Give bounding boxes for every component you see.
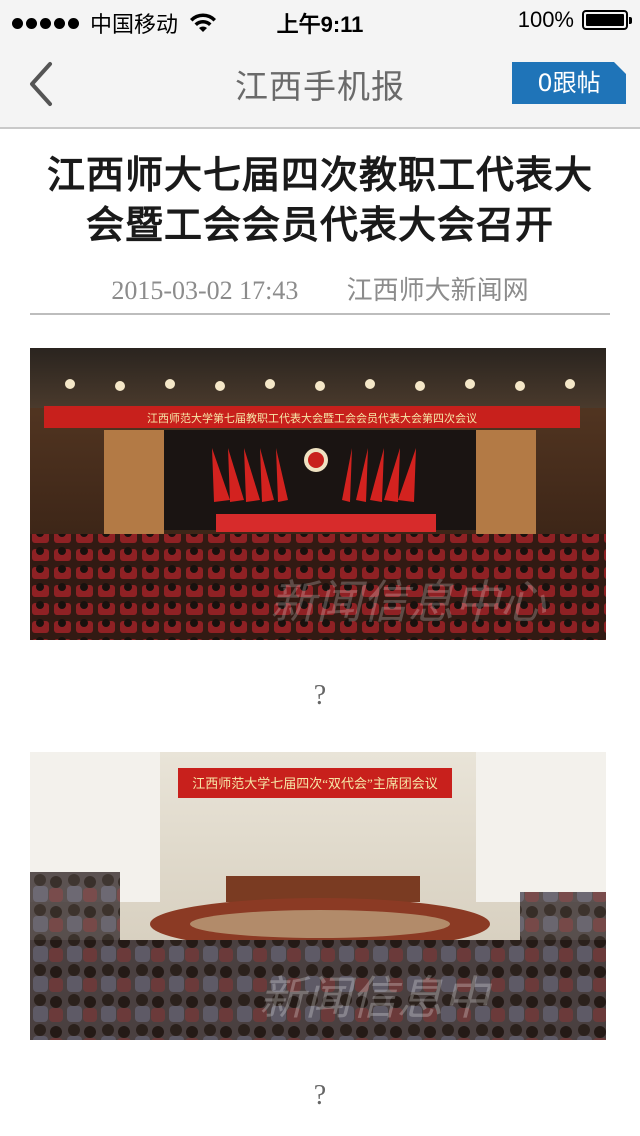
auditorium-banner-text: 江西师范大学第七届教职工代表大会暨工会会员代表大会第四次会议 <box>147 411 477 425</box>
battery-percent: 100% <box>517 7 574 32</box>
auditorium-image: 江西师范大学第七届教职工代表大会暨工会会员代表大会第四次会议 新闻信息中心 <box>30 348 606 640</box>
meeting-banner-text: 江西师范大学七届四次“双代会”主席团会议 <box>192 776 438 791</box>
comments-count-label: 0跟帖 <box>537 69 601 97</box>
navigation-bar: 江西手机报 0跟帖 <box>0 40 640 129</box>
divider <box>30 313 610 315</box>
photo-caption: ? <box>313 1080 327 1111</box>
article-photo-meeting[interactable]: 江西师范大学七届四次“双代会”主席团会议 新闻信息中 <box>30 752 606 1040</box>
meeting-room-image: 江西师范大学七届四次“双代会”主席团会议 新闻信息中 <box>30 752 606 1040</box>
article-date: 2015-03-02 17:43 <box>111 276 299 305</box>
photo-caption: ? <box>313 680 327 711</box>
comments-count-button[interactable]: 0跟帖 <box>512 62 626 104</box>
status-bar: 中国移动 上午9:11 100% <box>0 0 640 40</box>
article-title: 江西师大七届四次教职工代表大会暨工会会员代表大会召开 <box>46 153 593 247</box>
article-photo-auditorium[interactable]: 江西师范大学第七届教职工代表大会暨工会会员代表大会第四次会议 新闻信息中心 <box>30 348 606 640</box>
watermark-text: 新闻信息中 <box>259 971 493 1025</box>
watermark-text: 新闻信息中心 <box>270 575 547 629</box>
article-source[interactable]: 江西师大新闻网 <box>347 276 529 306</box>
article-meta: 2015-03-02 17:43 江西师大新闻网 <box>30 270 610 307</box>
battery-icon <box>582 10 632 30</box>
